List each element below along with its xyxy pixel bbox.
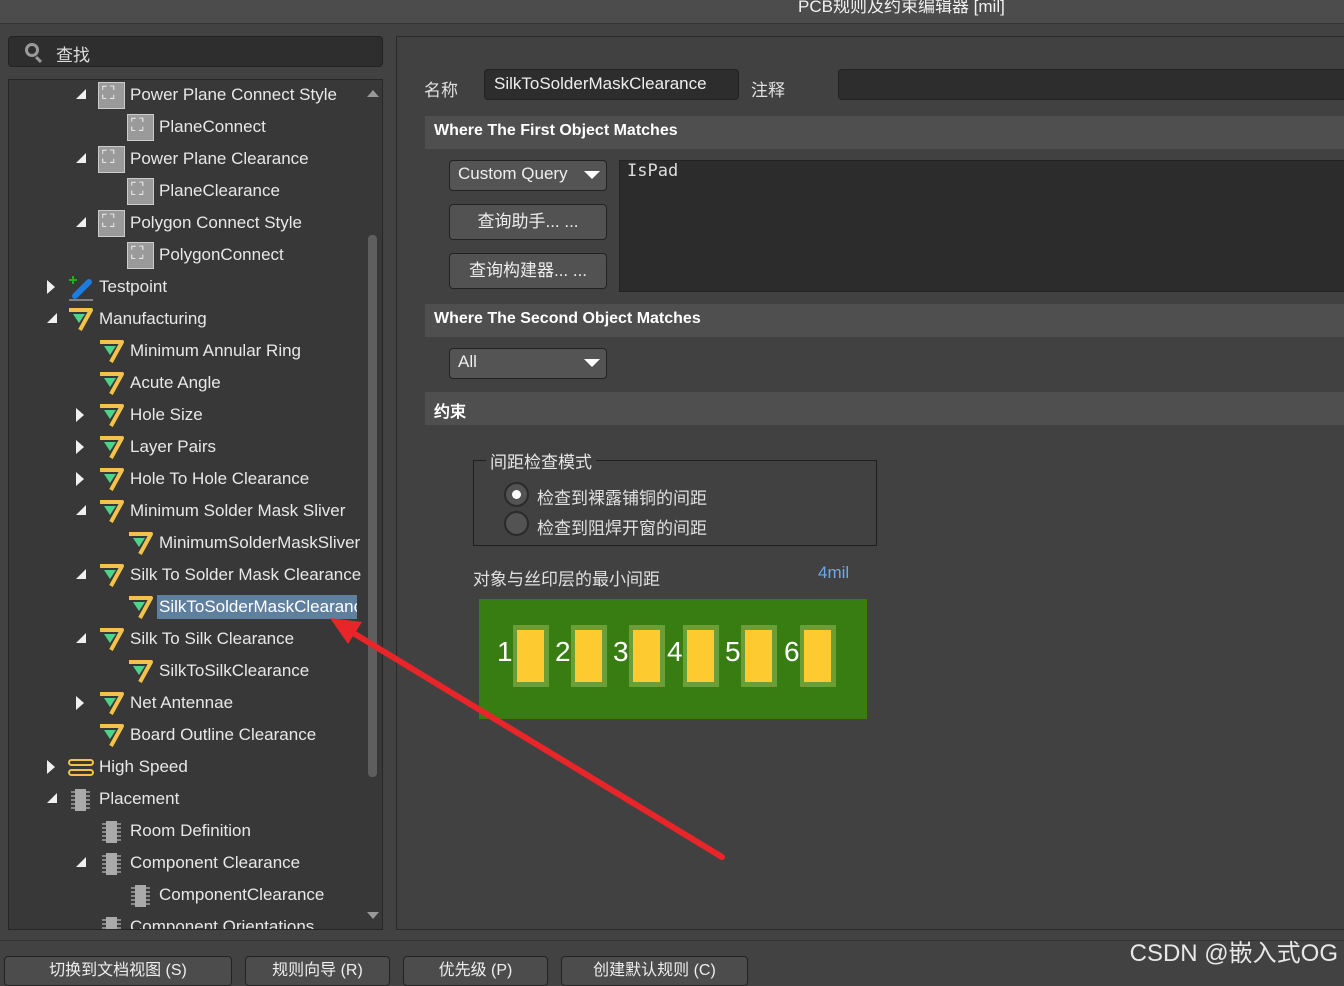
rule-wizard-button[interactable]: 规则向导 (R) [245,956,390,986]
priorities-button[interactable]: 优先级 (P) [403,956,548,986]
watermark: CSDN @嵌入式OG [1129,940,1338,967]
create-default-rules-button[interactable]: 创建默认规则 (C) [561,956,748,986]
switch-view-button[interactable]: 切换到文档视图 (S) [4,956,232,986]
red-arrow-annotation [330,618,725,860]
